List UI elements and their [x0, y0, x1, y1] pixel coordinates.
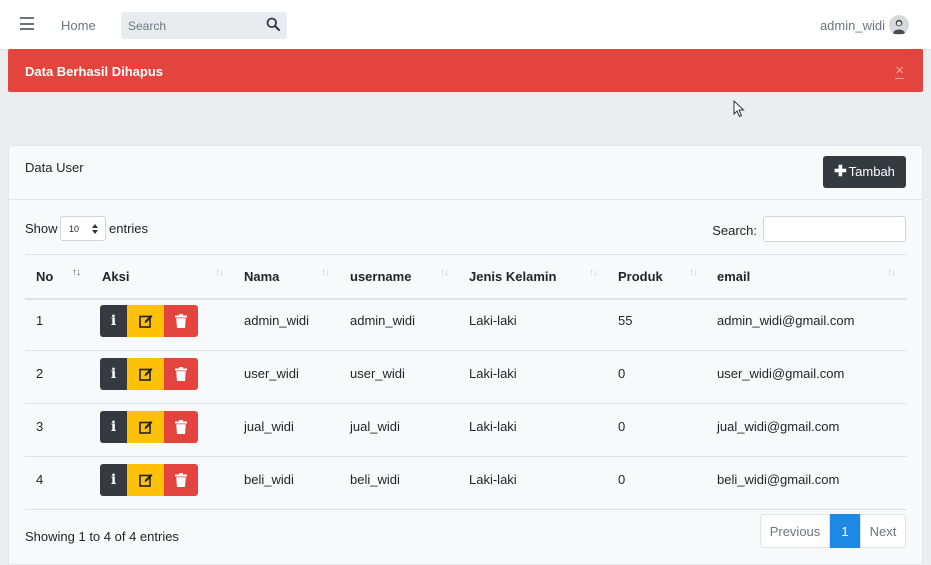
info-button[interactable]: i: [100, 411, 127, 443]
trash-icon: [175, 367, 187, 381]
cell-email: admin_widi@gmail.com: [717, 313, 855, 328]
close-icon[interactable]: ×: [895, 63, 904, 79]
cell-email: jual_widi@gmail.com: [717, 419, 840, 434]
edit-icon: [138, 368, 152, 381]
table-search-label: Search:: [712, 223, 757, 238]
info-button[interactable]: i: [100, 305, 127, 337]
plus-icon: ✚: [834, 163, 847, 180]
column-header-produk[interactable]: Produk: [618, 269, 663, 284]
column-header-email[interactable]: email: [717, 269, 750, 284]
info-icon: i: [110, 472, 117, 488]
cell-no: 2: [36, 366, 44, 381]
delete-button[interactable]: [164, 305, 198, 337]
search-icon[interactable]: [266, 17, 282, 33]
info-button[interactable]: i: [100, 358, 127, 390]
column-header-no[interactable]: No: [36, 269, 53, 284]
avatar[interactable]: [889, 15, 909, 35]
mouse-cursor-icon: [733, 99, 745, 121]
cell-nama: admin_widi: [244, 313, 310, 328]
cell-nama: jual_widi: [244, 419, 294, 434]
cell-produk: 0: [618, 366, 626, 381]
add-user-button[interactable]: ✚ Tambah: [823, 156, 906, 188]
nav-home-link[interactable]: Home: [61, 18, 96, 33]
trash-icon: [175, 420, 187, 434]
cell-jenis-kelamin: Laki-laki: [469, 472, 517, 487]
table-row: 1 i admin_widi admin_widi Laki-laki 55 a…: [25, 297, 907, 351]
cell-username: admin_widi: [350, 313, 416, 328]
select-arrows-icon: [92, 224, 98, 234]
edit-button[interactable]: [127, 358, 164, 390]
alert-success-delete: Data Berhasil Dihapus ×: [8, 49, 923, 92]
sort-icon[interactable]: ↑↓: [215, 267, 224, 278]
column-header-username[interactable]: username: [350, 269, 411, 284]
page-1-button[interactable]: 1: [830, 514, 860, 548]
alert-message: Data Berhasil Dihapus: [25, 64, 163, 79]
table-info: Showing 1 to 4 of 4 entries: [25, 529, 179, 544]
table-header: No ↑↓ Aksi ↑↓ Nama ↑↓ username ↑↓ Jenis …: [25, 254, 907, 300]
column-header-jenis-kelamin[interactable]: Jenis Kelamin: [469, 269, 556, 284]
cell-username: user_widi: [350, 366, 405, 381]
info-icon: i: [110, 366, 117, 382]
sort-icon[interactable]: ↑↓: [589, 267, 598, 278]
sort-icon[interactable]: ↑↓: [321, 267, 330, 278]
cell-produk: 55: [618, 313, 633, 328]
table-row: 3 i jual_widi jual_widi Laki-laki 0 jual…: [25, 403, 907, 457]
edit-button[interactable]: [127, 411, 164, 443]
edit-button[interactable]: [127, 464, 164, 496]
add-button-label: Tambah: [848, 164, 895, 179]
info-icon: i: [110, 419, 117, 435]
search-input[interactable]: [121, 12, 261, 39]
pagination: Previous 1 Next: [754, 514, 906, 548]
trash-icon: [175, 473, 187, 487]
next-page-button[interactable]: Next: [860, 514, 906, 548]
show-label: Show: [25, 221, 58, 236]
table-row: 2 i user_widi user_widi Laki-laki 0 user…: [25, 350, 907, 404]
cell-produk: 0: [618, 419, 626, 434]
sort-icon[interactable]: ↑↓: [689, 267, 698, 278]
cell-jenis-kelamin: Laki-laki: [469, 313, 517, 328]
entries-label: entries: [109, 221, 149, 236]
cell-no: 4: [36, 472, 44, 487]
card-header: Data User ✚ Tambah: [9, 146, 922, 200]
sort-icon[interactable]: ↑↓: [440, 267, 449, 278]
cell-nama: beli_widi: [244, 472, 294, 487]
page-size-value: 10: [69, 224, 80, 234]
edit-icon: [138, 474, 152, 487]
table-row: 4 i beli_widi beli_widi Laki-laki 0 beli…: [25, 456, 907, 510]
cell-jenis-kelamin: Laki-laki: [469, 366, 517, 381]
delete-button[interactable]: [164, 411, 198, 443]
delete-button[interactable]: [164, 464, 198, 496]
cell-no: 1: [36, 313, 44, 328]
cell-produk: 0: [618, 472, 626, 487]
cell-email: beli_widi@gmail.com: [717, 472, 840, 487]
user-name[interactable]: admin_widi: [820, 18, 885, 33]
top-navbar: Home admin_widi: [0, 0, 931, 50]
table-search-input[interactable]: [763, 216, 906, 242]
edit-icon: [138, 421, 152, 434]
navbar-search: [121, 12, 287, 39]
cell-email: user_widi@gmail.com: [717, 366, 845, 381]
data-user-card: Data User ✚ Tambah Show 10 entries Search…: [8, 145, 923, 565]
info-button[interactable]: i: [100, 464, 127, 496]
column-header-nama[interactable]: Nama: [244, 269, 279, 284]
edit-button[interactable]: [127, 305, 164, 337]
sort-icon[interactable]: ↑↓: [887, 267, 896, 278]
delete-button[interactable]: [164, 358, 198, 390]
cell-nama: user_widi: [244, 366, 299, 381]
card-title: Data User: [25, 160, 84, 175]
cell-no: 3: [36, 419, 44, 434]
cell-username: jual_widi: [350, 419, 400, 434]
cell-jenis-kelamin: Laki-laki: [469, 419, 517, 434]
previous-page-button[interactable]: Previous: [760, 514, 830, 548]
info-icon: i: [110, 313, 117, 329]
menu-icon[interactable]: [20, 17, 34, 30]
column-header-aksi[interactable]: Aksi: [102, 269, 129, 284]
cell-username: beli_widi: [350, 472, 400, 487]
edit-icon: [138, 315, 152, 328]
trash-icon: [175, 314, 187, 328]
page-size-select[interactable]: 10: [60, 216, 106, 241]
sort-asc-icon[interactable]: ↑↓: [72, 267, 81, 278]
